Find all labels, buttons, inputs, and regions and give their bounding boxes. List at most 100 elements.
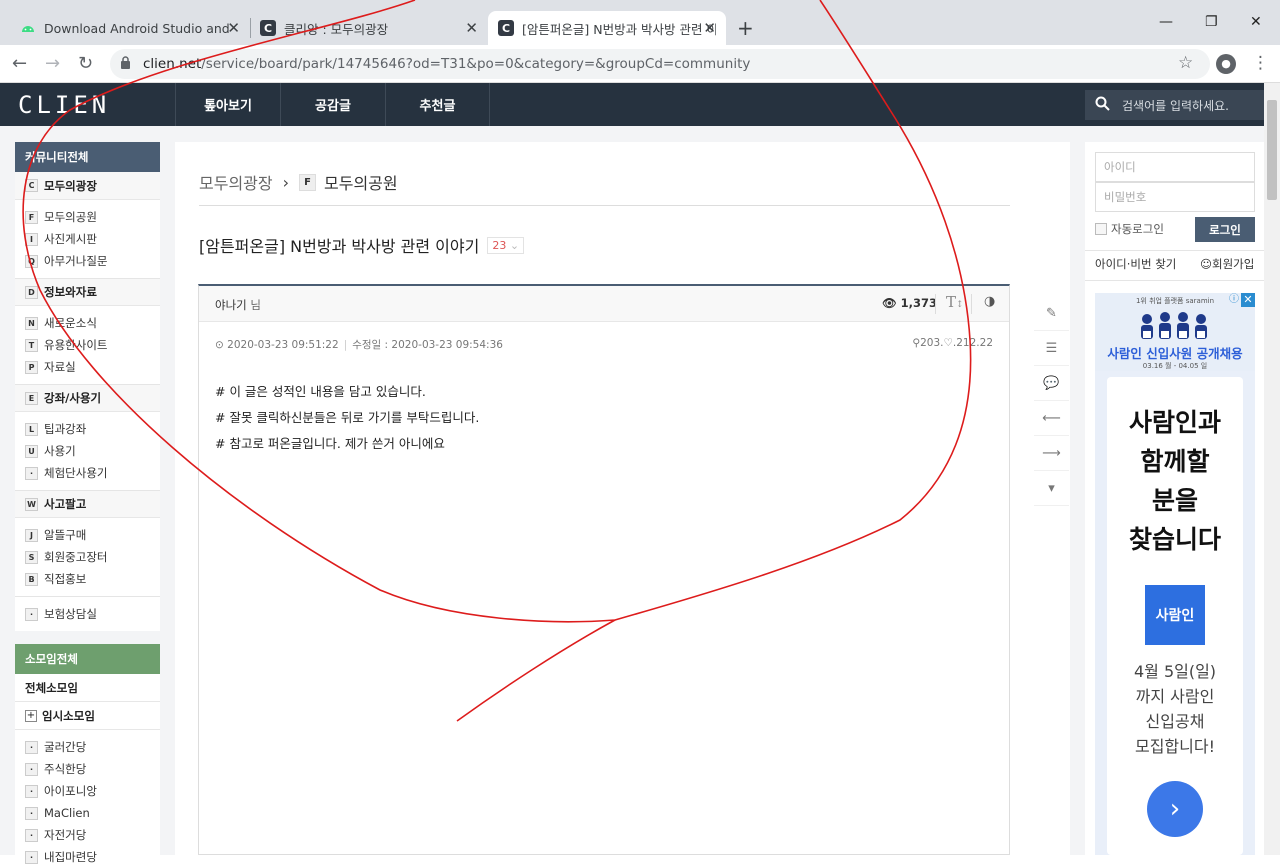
somoim-all-link[interactable]: 전체소모임: [15, 674, 160, 702]
nav-item[interactable]: L 팁과강좌: [15, 418, 160, 440]
somoim-item[interactable]: · 굴러간당: [15, 736, 160, 758]
back-icon[interactable]: ←: [12, 53, 27, 74]
bullet-badge: ·: [25, 806, 38, 820]
expand-plus-icon[interactable]: +: [25, 709, 37, 722]
scrollbar-thumb[interactable]: [1267, 100, 1277, 200]
nav-item[interactable]: J 알뜰구매: [15, 524, 160, 546]
breadcrumb-chevron-icon: ›: [282, 172, 290, 192]
ad-banner[interactable]: 1위 취업 플랫폼 saramin 사람인 신입사원 공개채용 03.16 월 …: [1095, 293, 1255, 855]
board-badge: I: [25, 232, 38, 246]
board-badge: N: [25, 316, 38, 330]
signup-link[interactable]: ☺회원가입: [1200, 256, 1254, 272]
board-badge: F: [299, 173, 317, 191]
clien-logo[interactable]: CLIEN: [18, 91, 110, 119]
group-lecture[interactable]: E 강좌/사용기: [15, 384, 160, 412]
find-account-link[interactable]: 아이디·비번 찾기: [1095, 256, 1176, 272]
minimize-icon[interactable]: —: [1159, 14, 1173, 30]
tab-title: Download Android Studio and: [44, 20, 230, 36]
comment-icon[interactable]: 💬: [1034, 366, 1069, 401]
chevron-right-icon[interactable]: ›: [1147, 781, 1203, 837]
restore-icon[interactable]: ❐: [1205, 14, 1218, 30]
login-button[interactable]: 로그인: [1195, 217, 1255, 242]
nav-item[interactable]: · 체험단사용기: [15, 462, 160, 484]
forward-icon[interactable]: →: [45, 53, 60, 74]
community-all-header[interactable]: 커뮤니티전체: [15, 142, 160, 172]
somoim-all-header[interactable]: 소모임전체: [15, 644, 160, 674]
location-pin-icon: ⚲: [912, 337, 921, 349]
prev-arrow-icon[interactable]: ⟵: [1034, 401, 1069, 436]
auto-login-checkbox[interactable]: 자동로그인: [1095, 221, 1164, 237]
url-input[interactable]: clien.net/service/board/park/14745646?od…: [110, 49, 1210, 79]
signup-label: 회원가입: [1212, 257, 1255, 271]
checkbox-icon[interactable]: [1095, 223, 1107, 235]
browser-tab-clien-main[interactable]: C 클리앙 : 모두의광장 ✕: [250, 11, 488, 45]
divider: [971, 294, 972, 314]
nav-explore[interactable]: 톺아보기: [175, 83, 280, 126]
account-icon[interactable]: ●: [1216, 54, 1236, 74]
nav-item[interactable]: Q 아무거나질문: [15, 250, 160, 272]
nav-item-label: 보험상담실: [44, 607, 97, 621]
somoim-temp-group[interactable]: + 임시소모임: [15, 702, 160, 730]
somoim-item[interactable]: · 자전거당: [15, 824, 160, 846]
nav-item[interactable]: P 자료실: [15, 356, 160, 378]
contrast-icon[interactable]: ◑: [984, 294, 995, 309]
nav-item[interactable]: I 사진게시판: [15, 228, 160, 250]
somoim-item[interactable]: · MaClien: [15, 802, 160, 824]
new-tab-icon[interactable]: +: [737, 16, 754, 40]
group-square[interactable]: C 모두의광장: [15, 172, 160, 200]
nav-item[interactable]: F 모두의공원: [15, 206, 160, 228]
nav-recommend[interactable]: 추천글: [385, 83, 490, 126]
author-nickname[interactable]: 야나기 님: [215, 297, 261, 313]
breadcrumb-parent[interactable]: 모두의광장: [199, 170, 273, 194]
browser-tab-active[interactable]: C [암튼퍼온글] N번방과 박사방 관련 이야기 ✕: [488, 11, 726, 45]
post-body: # 이 글은 성적인 내용을 담고 있습니다. # 잘못 클릭하신분들은 뒤로 …: [215, 379, 479, 457]
font-size-label: T: [946, 293, 957, 311]
address-bar: ← → ↻ clien.net/service/board/park/14745…: [0, 45, 1280, 83]
close-tab-icon[interactable]: ✕: [465, 19, 478, 37]
browser-tab-android[interactable]: Download Android Studio and ✕: [10, 11, 250, 45]
group-label: 임시소모임: [42, 708, 95, 723]
board-badge: W: [25, 497, 38, 511]
somoim-item[interactable]: · 내집마련당: [15, 846, 160, 868]
nav-item-insurance[interactable]: · 보험상담실: [15, 603, 160, 625]
list-icon[interactable]: ☰: [1034, 331, 1069, 366]
site-search-input[interactable]: 검색어를 입력하세요.: [1085, 90, 1264, 120]
url-host: clien.net: [143, 56, 202, 72]
nav-item[interactable]: N 새로운소식: [15, 312, 160, 334]
font-size-icon[interactable]: T↕: [946, 293, 964, 311]
group-trade[interactable]: W 사고팔고: [15, 490, 160, 518]
close-tab-icon[interactable]: ✕: [227, 19, 240, 37]
browser-menu-icon[interactable]: ⋮: [1252, 53, 1269, 73]
next-arrow-icon[interactable]: ⟶: [1034, 436, 1069, 471]
login-id-input[interactable]: 아이디: [1095, 152, 1255, 182]
breadcrumb-current[interactable]: 모두의공원: [324, 170, 398, 194]
ad-body-line: 4월 5일(일): [1133, 662, 1217, 681]
nav-item[interactable]: S 회원중고장터: [15, 546, 160, 568]
login-password-input[interactable]: 비밀번호: [1095, 182, 1255, 212]
comment-count-badge[interactable]: 23 ⌄: [487, 236, 525, 254]
close-tab-icon[interactable]: ✕: [703, 19, 716, 37]
reload-icon[interactable]: ↻: [78, 53, 93, 74]
group-info[interactable]: D 정보와자료: [15, 278, 160, 306]
scroll-down-icon[interactable]: ▾: [1034, 471, 1069, 506]
nav-item[interactable]: U 사용기: [15, 440, 160, 462]
bookmark-star-icon[interactable]: ☆: [1178, 53, 1193, 73]
ad-illustration: [1141, 312, 1207, 339]
post-body-line: # 이 글은 성적인 내용을 담고 있습니다.: [215, 384, 426, 399]
nav-item[interactable]: T 유용한사이트: [15, 334, 160, 356]
search-icon[interactable]: [1095, 96, 1110, 115]
ad-info-icon[interactable]: ⓘ: [1227, 293, 1241, 307]
window-close-icon[interactable]: ✕: [1250, 14, 1262, 30]
somoim-item[interactable]: · 아이포니앙: [15, 780, 160, 802]
divider: [1085, 250, 1264, 251]
ad-headline-line: 사람인과: [1128, 408, 1221, 437]
ad-close-icon[interactable]: ✕: [1241, 293, 1255, 307]
author-suffix: 님: [250, 298, 261, 312]
post-title-text: [암튼퍼온글] N번방과 박사방 관련 이야기: [199, 237, 480, 256]
somoim-item[interactable]: · 주식한당: [15, 758, 160, 780]
nav-sympathy[interactable]: 공감글: [280, 83, 385, 126]
saramin-logo: 사람인: [1145, 585, 1205, 645]
write-pencil-icon[interactable]: ✎: [1034, 296, 1069, 331]
tab-title: 클리앙 : 모두의광장: [284, 21, 389, 37]
nav-item[interactable]: B 직접홍보: [15, 568, 160, 590]
